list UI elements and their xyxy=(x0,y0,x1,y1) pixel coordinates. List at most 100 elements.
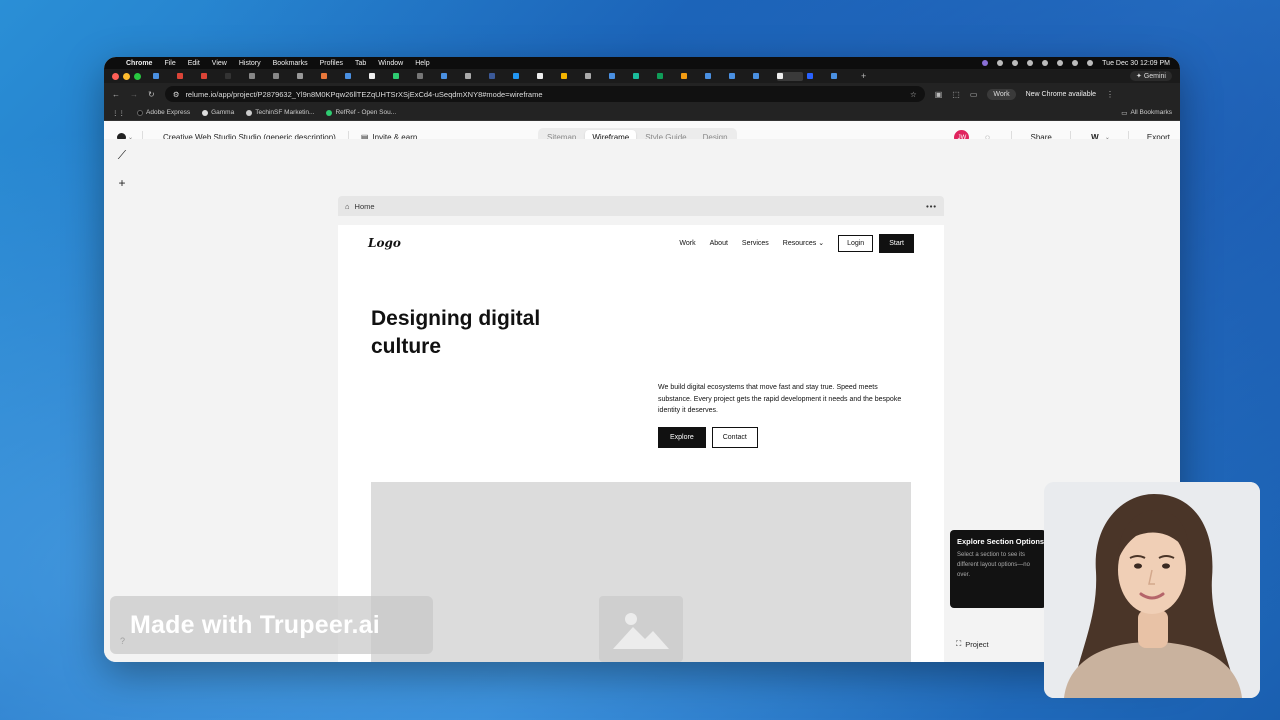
menu-help[interactable]: Help xyxy=(415,60,429,67)
new-tab-plus-icon[interactable]: + xyxy=(861,71,866,81)
browser-tab[interactable] xyxy=(417,72,437,81)
nav-link-services[interactable]: Services xyxy=(742,240,769,247)
battery-icon[interactable] xyxy=(1057,60,1064,66)
kebab-menu-icon[interactable]: ⋮ xyxy=(1106,90,1114,99)
browser-tab[interactable] xyxy=(681,72,701,81)
bookmark-adobe[interactable]: Adobe Express xyxy=(137,109,190,116)
menu-bookmarks[interactable]: Bookmarks xyxy=(273,60,308,67)
close-window-button[interactable] xyxy=(112,72,119,80)
start-button[interactable]: Start xyxy=(879,233,914,253)
left-rail: ⟋ + xyxy=(114,147,130,191)
extension-icon[interactable]: ▣ xyxy=(935,90,943,99)
browser-tab[interactable] xyxy=(657,72,677,81)
url-bar[interactable]: ⚙ relume.io/app/project/P2879632_Yl9n8M0… xyxy=(164,86,925,102)
more-options-icon[interactable]: ••• xyxy=(926,202,937,211)
minimize-window-button[interactable] xyxy=(123,72,130,80)
browser-tab[interactable] xyxy=(201,72,221,81)
wireframe-canvas[interactable]: ⟋ + ⌂ Home ••• Logo Work About Services … xyxy=(104,139,1180,662)
side-panel-icon[interactable]: ▭ xyxy=(970,90,978,99)
menu-file[interactable]: File xyxy=(164,60,175,67)
browser-tab[interactable] xyxy=(633,72,653,81)
site-info-icon[interactable]: ⚙ xyxy=(173,90,180,99)
browser-tab[interactable] xyxy=(465,72,485,81)
bookmark-refref[interactable]: RefRef - Open Sou... xyxy=(326,109,396,116)
browser-tab[interactable] xyxy=(297,72,317,81)
reload-icon[interactable]: ↻ xyxy=(148,90,155,99)
section-options-tooltip: Explore Section Options Select a section… xyxy=(950,530,1046,608)
browser-tab[interactable] xyxy=(609,72,629,81)
add-plus-icon[interactable]: + xyxy=(114,175,130,191)
nav-link-about[interactable]: About xyxy=(710,240,728,247)
gemini-button[interactable]: ✦ Gemini xyxy=(1130,71,1172,81)
browser-window: Chrome File Edit View History Bookmarks … xyxy=(104,57,1180,662)
bookmark-techinsf[interactable]: TechinSF Marketin... xyxy=(246,109,314,116)
menu-profiles[interactable]: Profiles xyxy=(320,60,343,67)
browser-tab[interactable] xyxy=(807,72,827,81)
browser-tab[interactable] xyxy=(831,72,851,81)
browser-tab[interactable] xyxy=(729,72,749,81)
update-available[interactable]: New Chrome available xyxy=(1026,91,1096,98)
magic-wand-icon[interactable]: ⟋ xyxy=(114,147,130,163)
apps-grid-icon[interactable]: ⋮⋮ xyxy=(112,109,125,117)
profile-chip[interactable]: Work xyxy=(987,88,1016,100)
browser-tab[interactable] xyxy=(393,72,413,81)
nav-link-resources[interactable]: Resources ⌄ xyxy=(783,239,824,247)
page-frame-header[interactable]: ⌂ Home ••• xyxy=(338,196,944,216)
browser-tab[interactable] xyxy=(345,72,365,81)
bookmark-star-icon[interactable]: ☆ xyxy=(910,90,917,99)
browser-tab[interactable] xyxy=(753,72,773,81)
techinsf-icon xyxy=(246,109,253,116)
site-navbar[interactable]: Logo Work About Services Resources ⌄ Log… xyxy=(368,233,914,253)
site-logo[interactable]: Logo xyxy=(368,236,401,250)
bookmark-gamma[interactable]: Gamma xyxy=(202,109,234,116)
browser-tab[interactable] xyxy=(513,72,533,81)
browser-tab[interactable] xyxy=(321,72,341,81)
tab-strip: + ✦ Gemini xyxy=(104,69,1180,83)
browser-tab[interactable] xyxy=(273,72,293,81)
browser-tab[interactable] xyxy=(225,72,245,81)
nav-link-work[interactable]: Work xyxy=(679,240,695,247)
browser-tab[interactable] xyxy=(177,72,197,81)
wifi-icon[interactable] xyxy=(1072,60,1079,66)
menu-edit[interactable]: Edit xyxy=(188,60,200,67)
explore-button[interactable]: Explore xyxy=(658,427,706,448)
menu-tab[interactable]: Tab xyxy=(355,60,366,67)
browser-tab[interactable] xyxy=(489,72,509,81)
menu-window[interactable]: Window xyxy=(378,60,403,67)
status-icon[interactable] xyxy=(997,60,1004,66)
status-app-icon[interactable] xyxy=(982,60,989,66)
browser-tab[interactable] xyxy=(249,72,269,81)
status-icon[interactable] xyxy=(1012,60,1019,66)
home-icon: ⌂ xyxy=(345,201,350,211)
project-icon: ⛶ xyxy=(956,639,962,648)
search-icon[interactable] xyxy=(1087,60,1094,66)
browser-tab[interactable] xyxy=(153,72,173,81)
browser-tab[interactable] xyxy=(369,72,389,81)
login-button[interactable]: Login xyxy=(838,234,874,252)
status-icon[interactable] xyxy=(1042,60,1049,66)
browser-tab[interactable] xyxy=(537,72,557,81)
browser-tab-active[interactable] xyxy=(777,71,803,81)
browser-tab[interactable] xyxy=(705,72,725,81)
hero-image-placeholder[interactable] xyxy=(371,482,911,662)
menu-app-name[interactable]: Chrome xyxy=(126,60,152,67)
menu-history[interactable]: History xyxy=(239,60,261,67)
status-icon[interactable] xyxy=(1027,60,1034,66)
refref-icon xyxy=(326,109,333,116)
forward-arrow-icon[interactable]: → xyxy=(130,90,138,99)
gamma-icon xyxy=(202,109,209,116)
extension-icon[interactable]: ⬚ xyxy=(952,90,960,99)
menu-view[interactable]: View xyxy=(212,60,227,67)
project-label: Project xyxy=(965,639,989,649)
window-controls xyxy=(112,72,141,80)
back-arrow-icon[interactable]: ← xyxy=(112,90,120,99)
contact-button[interactable]: Contact xyxy=(711,427,758,448)
browser-tab[interactable] xyxy=(561,72,581,81)
nav-resources-label: Resources xyxy=(782,240,817,247)
all-bookmarks[interactable]: ▭ All Bookmarks xyxy=(1121,109,1172,117)
zoom-window-button[interactable] xyxy=(134,72,141,80)
image-icon xyxy=(599,596,683,662)
browser-tab[interactable] xyxy=(441,72,461,81)
browser-tab[interactable] xyxy=(585,72,605,81)
menubar-clock[interactable]: Tue Dec 30 12:09 PM xyxy=(1102,60,1170,67)
